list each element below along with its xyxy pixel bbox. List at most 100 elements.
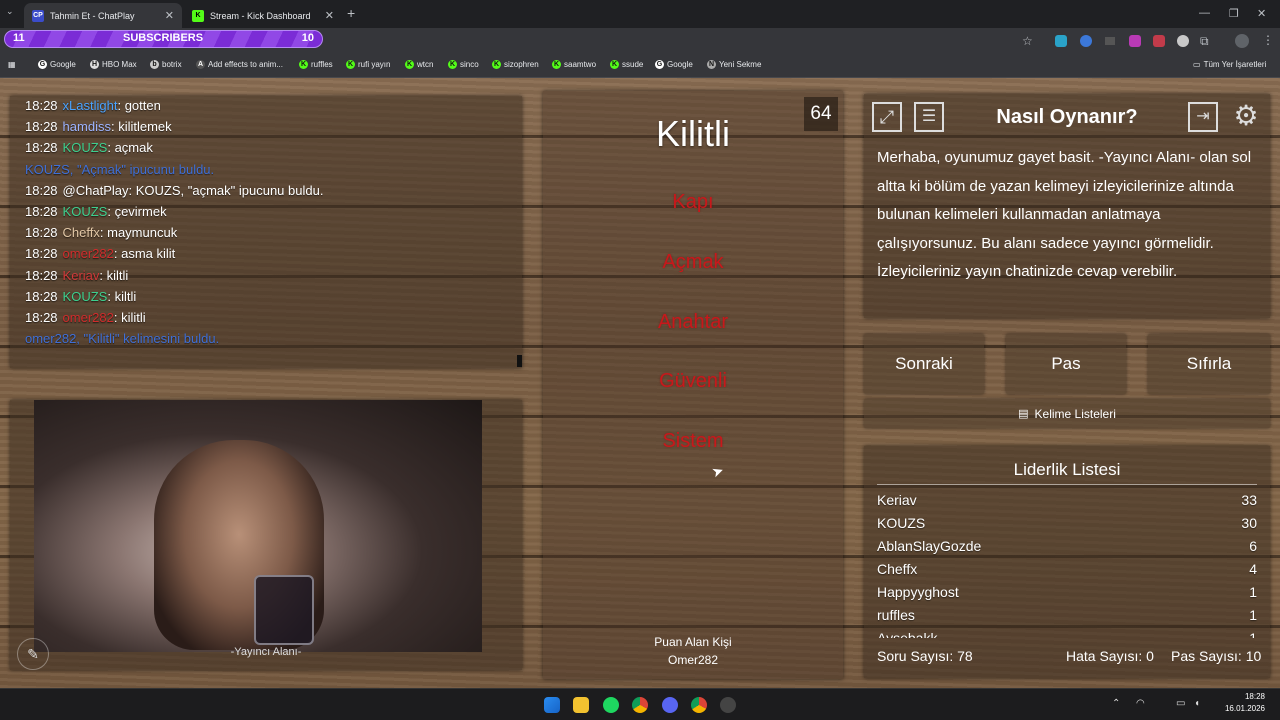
chrome-icon[interactable] bbox=[632, 697, 648, 713]
bookmark-item[interactable]: b botrix bbox=[150, 60, 182, 69]
forbidden-word: Kapı bbox=[672, 191, 714, 213]
bookmark-item[interactable]: H HBO Max bbox=[90, 60, 137, 69]
chat-timestamp: 18:28 bbox=[25, 119, 58, 135]
forbidden-word: Anahtar bbox=[657, 311, 729, 333]
bookmark-item[interactable]: G Google bbox=[38, 60, 76, 69]
app-icon[interactable] bbox=[720, 697, 736, 713]
tab-kick-dashboard[interactable]: K Stream - Kick Dashboard ✕ bbox=[184, 3, 342, 28]
bookmark-item[interactable]: Ksizophren bbox=[492, 60, 539, 69]
close-window-icon[interactable]: ✕ bbox=[1257, 7, 1266, 20]
word-lists-button[interactable]: ▤ Kelime Listeleri bbox=[864, 399, 1270, 428]
bookmark-item[interactable]: Ksinco bbox=[448, 60, 479, 69]
chat-system-message: KOUZS, "Açmak" ipucunu buldu. bbox=[25, 162, 214, 177]
bookmark-item[interactable]: A Add effects to anim... bbox=[196, 60, 283, 69]
leaderboard-row: Aysebakk 1 bbox=[877, 630, 1257, 638]
chat-text: : kilitlemek bbox=[110, 119, 172, 135]
chat-timestamp: 18:28 bbox=[25, 182, 58, 198]
edit-pencil-icon[interactable]: ✎ bbox=[17, 638, 49, 670]
file-explorer-icon[interactable] bbox=[573, 697, 589, 713]
tray-chevron-icon[interactable]: ⌃ bbox=[1112, 698, 1120, 709]
maximize-icon[interactable]: ❐ bbox=[1229, 7, 1239, 20]
settings-gear-icon[interactable]: ⚙ bbox=[1230, 100, 1262, 132]
chat-timestamp: 18:28 bbox=[25, 246, 58, 262]
chat-username: KOUZS bbox=[62, 288, 108, 304]
extension-icon[interactable] bbox=[1129, 35, 1141, 47]
bookmark-item[interactable]: Kssude bbox=[610, 60, 643, 69]
volume-icon[interactable]: ◖ bbox=[1194, 698, 1200, 709]
chat-username: omer282 bbox=[62, 246, 114, 262]
discord-icon[interactable] bbox=[662, 697, 678, 713]
menu-dots-icon[interactable]: ⋮ bbox=[1262, 33, 1274, 47]
chat-message: 18:28 KOUZS: açmak bbox=[25, 140, 153, 155]
chat-text: : asma kilit bbox=[113, 246, 176, 262]
apps-grid-icon[interactable]: ▦ bbox=[8, 60, 16, 69]
chat-scrollbar[interactable] bbox=[517, 355, 522, 367]
pass-count: Pas Sayısı: 10 bbox=[1171, 648, 1262, 664]
bookmark-item[interactable]: G Google bbox=[655, 60, 693, 69]
windows-taskbar: ⌃ ◠ ▭ ◖ 18:28 16.01.2026 bbox=[0, 688, 1280, 720]
chat-text: : KOUZS, "açmak" ipucunu buldu. bbox=[128, 182, 324, 198]
clock-time[interactable]: 18:28 bbox=[1225, 692, 1265, 701]
extension-icon[interactable] bbox=[1153, 35, 1165, 47]
extension-icon[interactable] bbox=[1080, 35, 1092, 47]
chat-timestamp: 18:28 bbox=[25, 204, 58, 219]
chat-username: @ChatPlay bbox=[62, 182, 129, 198]
leaderboard-list[interactable]: Keriav 33 KOUZS 30 AblanSlayGozde 6 Cheffx 4… bbox=[864, 490, 1270, 638]
reset-button[interactable]: Sıfırla bbox=[1148, 334, 1270, 394]
bookmark-star-icon[interactable]: ☆ bbox=[1022, 34, 1033, 48]
windows-start-icon[interactable] bbox=[544, 697, 560, 713]
chat-text: : gotten bbox=[117, 98, 161, 113]
subscribers-right-count: 10 bbox=[301, 32, 314, 44]
close-tab-icon[interactable]: ✕ bbox=[325, 9, 334, 22]
chat-username: Cheffx bbox=[62, 225, 100, 241]
tab-title: Tahmin Et - ChatPlay bbox=[50, 10, 135, 21]
chat-username: KOUZS bbox=[62, 204, 108, 219]
chat-text: : açmak bbox=[107, 140, 153, 156]
chat-message: 18:28 Cheffx: maymuncuk bbox=[25, 225, 177, 240]
profile-avatar[interactable] bbox=[1235, 34, 1249, 48]
bookmark-item[interactable]: Krufi yayın bbox=[346, 60, 390, 69]
logout-icon[interactable]: ⇥ bbox=[1188, 102, 1218, 132]
folder-icon: ▭ bbox=[1193, 60, 1201, 69]
chat-system-message: omer282, "Kilitli" kelimesini buldu. bbox=[25, 331, 219, 346]
leaderboard-title: Liderlik Listesi bbox=[1013, 460, 1121, 479]
bookmarks-bar: ▦ G Google H HBO Max b botrix A Add effects … bbox=[0, 56, 1280, 78]
webcam-caption: -Yayıncı Alanı- bbox=[230, 646, 302, 658]
leaderboard-row: Keriav 33 bbox=[877, 492, 1257, 508]
all-bookmarks-folder[interactable]: ▭ Tüm Yer İşaretleri bbox=[1193, 60, 1266, 69]
pass-button[interactable]: Pas bbox=[1006, 334, 1126, 394]
webcam-feed bbox=[34, 400, 482, 652]
extension-icon[interactable] bbox=[1105, 37, 1115, 45]
new-tab-button[interactable]: + bbox=[347, 5, 355, 21]
bookmark-item[interactable]: Ksaamtwo bbox=[552, 60, 596, 69]
bookmark-item[interactable]: N Yeni Sekme bbox=[707, 60, 761, 69]
extension-icon[interactable] bbox=[1055, 35, 1067, 47]
main-word: Kilitli bbox=[655, 113, 730, 154]
chat-text: : kilitli bbox=[113, 310, 146, 325]
tab-search-icon[interactable]: ⌄ bbox=[6, 6, 14, 17]
clock-date[interactable]: 16.01.2026 bbox=[1212, 704, 1265, 713]
game-card-panel: 64 Kilitli Kapı Açmak Anahtar Güvenli Si… bbox=[543, 91, 843, 679]
error-count: Hata Sayısı: 0 bbox=[1066, 648, 1154, 664]
bookmark-item[interactable]: Kruffles bbox=[299, 60, 333, 69]
chat-timestamp: 18:28 bbox=[25, 140, 58, 156]
tab-strip: ⌄ CP Tahmin Et - ChatPlay ✕ K Stream - K… bbox=[0, 0, 1280, 28]
subscribers-left-count: 11 bbox=[13, 32, 25, 44]
next-button[interactable]: Sonraki bbox=[864, 334, 984, 394]
notebook-icon: ▤ bbox=[1018, 408, 1029, 420]
extensions-puzzle-icon[interactable]: ⧉ bbox=[1200, 34, 1209, 49]
network-icon[interactable]: ▭ bbox=[1176, 698, 1185, 709]
tab-chatplay[interactable]: CP Tahmin Et - ChatPlay ✕ bbox=[24, 3, 182, 28]
spotify-icon[interactable] bbox=[603, 697, 619, 713]
close-tab-icon[interactable]: ✕ bbox=[165, 9, 174, 22]
minimize-icon[interactable]: — bbox=[1199, 7, 1210, 19]
chat-timestamp: 18:28 bbox=[25, 98, 58, 113]
leaderboard-row: AblanSlayGozde 6 bbox=[877, 538, 1257, 554]
wifi-icon[interactable]: ◠ bbox=[1136, 698, 1145, 709]
chat-message: 18:28 xLastlight: gotten bbox=[25, 98, 161, 113]
extension-icon[interactable] bbox=[1177, 35, 1189, 47]
chrome-icon[interactable] bbox=[691, 697, 707, 713]
bookmark-item[interactable]: Kwtcn bbox=[405, 60, 433, 69]
forbidden-word: Güvenli bbox=[659, 370, 727, 392]
leaderboard-row: Cheffx 4 bbox=[877, 561, 1257, 577]
